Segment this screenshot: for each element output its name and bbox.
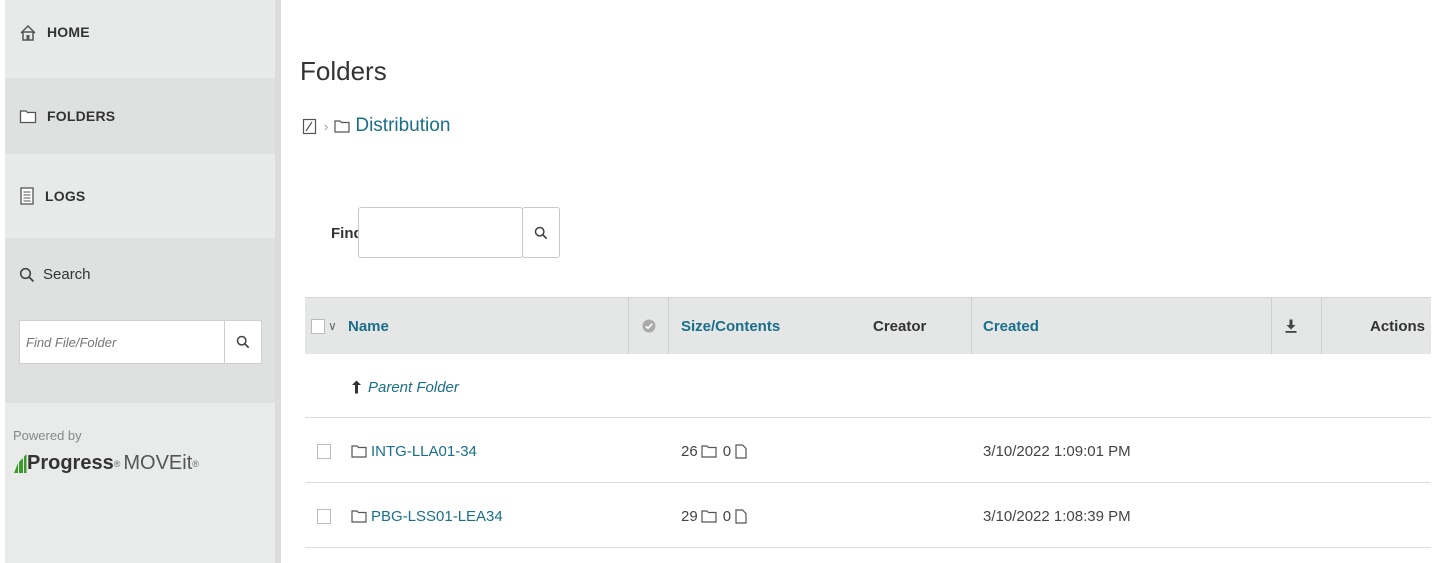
- column-header-status[interactable]: [642, 298, 656, 354]
- home-icon: [20, 24, 36, 41]
- row-checkbox-cell[interactable]: [317, 485, 331, 547]
- brand-logo: Progress ® MOVEit ®: [13, 452, 199, 475]
- row-checkbox[interactable]: [317, 508, 331, 524]
- select-dropdown-chevron-icon[interactable]: ∨: [328, 319, 337, 333]
- row-folder-count: 26: [681, 442, 698, 460]
- row-folder-count: 29: [681, 507, 698, 525]
- nav-home-label: HOME: [47, 24, 90, 40]
- progress-logo-icon: [14, 453, 27, 473]
- powered-by-text: Powered by: [13, 428, 82, 443]
- table-row[interactable]: PBG-LSS01-LEA34 29 0 3/10/2022 1:08:39 P…: [305, 485, 1431, 548]
- row-created-cell: 3/10/2022 1:09:01 PM: [983, 442, 1131, 460]
- row-size-cell: 29 0: [681, 485, 747, 547]
- nav-home[interactable]: HOME: [5, 0, 275, 74]
- column-header-creator: Creator: [873, 317, 927, 335]
- sidebar-search-input[interactable]: [19, 320, 225, 364]
- column-header-name[interactable]: Name: [348, 298, 389, 354]
- search-icon: [236, 335, 250, 349]
- sidebar-divider: [275, 0, 281, 563]
- sidebar-search-label: Search: [43, 266, 91, 283]
- search-icon: [19, 267, 35, 282]
- search-icon: [534, 226, 548, 239]
- folder-icon: [701, 445, 717, 458]
- download-icon: [1285, 319, 1297, 333]
- folder-icon: [334, 120, 350, 133]
- parent-folder-link[interactable]: Parent Folder: [351, 356, 459, 418]
- folder-icon: [351, 445, 367, 458]
- row-size-cell: 26 0: [681, 420, 747, 482]
- row-file-count: 0: [722, 442, 732, 460]
- row-name-cell[interactable]: INTG-LLA01-34: [351, 420, 477, 482]
- brand-moveit: MOVEit: [123, 452, 193, 474]
- column-header-created[interactable]: Created: [983, 298, 1039, 354]
- breadcrumb: › Distribution: [302, 115, 450, 137]
- column-header-actions: Actions: [1369, 317, 1425, 335]
- breadcrumb-chevron-icon: ›: [324, 118, 329, 134]
- select-all-control[interactable]: ∨: [311, 298, 337, 354]
- nav-folders-label: FOLDERS: [47, 108, 116, 124]
- find-input[interactable]: [358, 207, 523, 258]
- table-row[interactable]: INTG-LLA01-34 26 0 3/10/2022 1:09:01 PM: [305, 420, 1431, 483]
- file-icon: [735, 508, 747, 524]
- column-divider: [1321, 298, 1322, 354]
- sidebar: HOME FOLDERS LOGS Search Find File/Folde…: [5, 0, 275, 563]
- row-checkbox[interactable]: [317, 443, 331, 459]
- sidebar-search: Search: [5, 238, 275, 403]
- nav-logs-label: LOGS: [45, 188, 86, 204]
- nav-folders[interactable]: FOLDERS: [5, 78, 275, 154]
- sidebar-search-heading: Search: [19, 266, 91, 283]
- column-header-size[interactable]: Size/Contents: [681, 298, 780, 354]
- row-checkbox-cell[interactable]: [317, 420, 331, 482]
- table-header: ∨ Name Size/Contents Creator Created Act…: [305, 297, 1431, 354]
- page-title: Folders: [300, 56, 387, 86]
- log-icon: [20, 187, 34, 205]
- column-divider: [971, 298, 972, 354]
- file-icon: [735, 443, 747, 459]
- folder-icon: [351, 510, 367, 523]
- folder-icon: [19, 110, 37, 124]
- column-divider: [1271, 298, 1272, 354]
- column-divider: [628, 298, 629, 354]
- sidebar-search-button[interactable]: [224, 320, 262, 364]
- parent-folder-label[interactable]: Parent Folder: [368, 379, 459, 396]
- column-header-download[interactable]: [1285, 298, 1297, 354]
- arrow-up-icon: [352, 380, 361, 394]
- folder-icon: [701, 510, 717, 523]
- breadcrumb-current[interactable]: Distribution: [355, 115, 450, 137]
- column-divider: [668, 298, 669, 354]
- brand-registered-mark: ®: [192, 458, 199, 469]
- row-name-cell[interactable]: PBG-LSS01-LEA34: [351, 485, 503, 547]
- row-file-count: 0: [722, 507, 732, 525]
- select-all-checkbox[interactable]: [311, 318, 325, 334]
- parent-folder-row[interactable]: Parent Folder: [305, 356, 1431, 418]
- row-name-link[interactable]: INTG-LLA01-34: [371, 443, 477, 460]
- row-created-cell: 3/10/2022 1:08:39 PM: [983, 507, 1131, 525]
- brand-progress: Progress: [27, 452, 114, 474]
- nav-logs[interactable]: LOGS: [5, 158, 275, 234]
- find-button[interactable]: [522, 207, 560, 258]
- row-name-link[interactable]: PBG-LSS01-LEA34: [371, 508, 503, 525]
- root-folder-icon[interactable]: [302, 118, 318, 135]
- check-circle-icon: [642, 319, 656, 333]
- brand-registered-mark: ®: [113, 458, 121, 469]
